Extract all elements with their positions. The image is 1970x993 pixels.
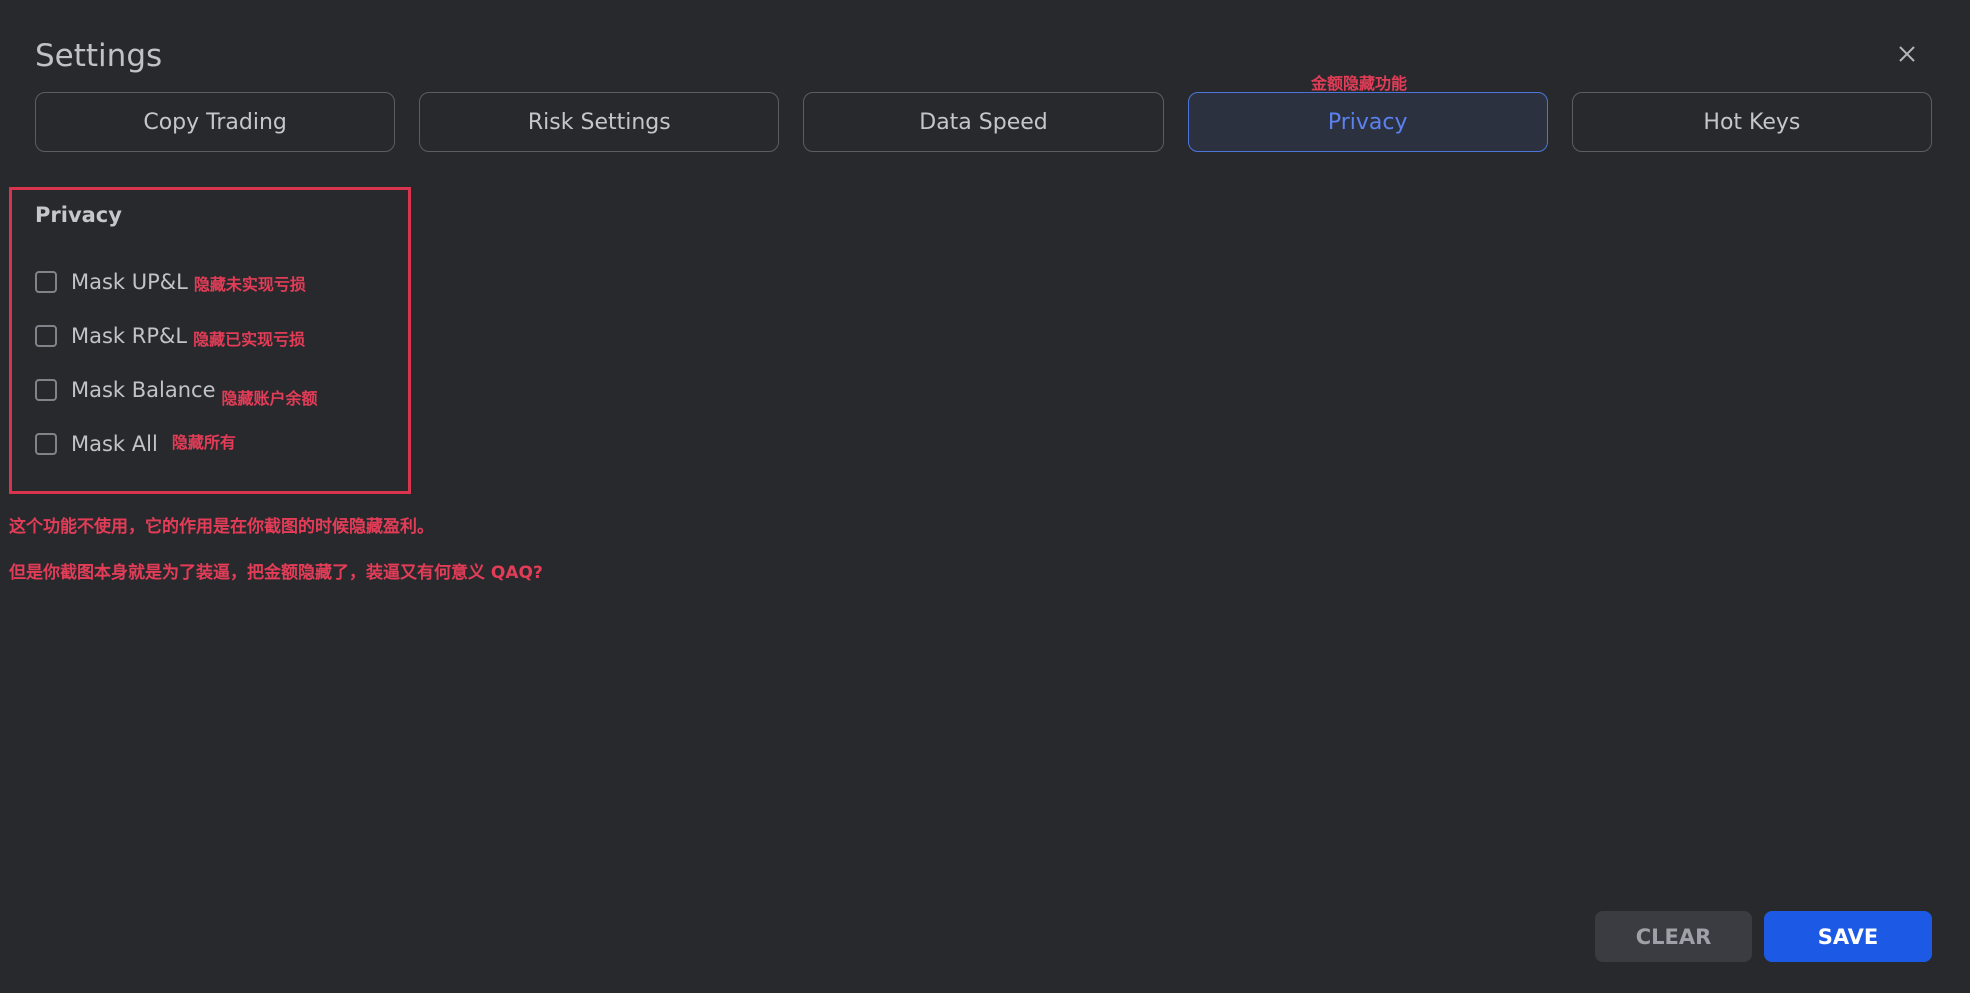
tab-data-speed[interactable]: Data Speed xyxy=(803,92,1164,152)
mask-upl-label[interactable]: Mask UP&L xyxy=(71,270,188,294)
mask-all-annotation: 隐藏所有 xyxy=(171,433,236,452)
mask-balance-annotation: 隐藏账户余额 xyxy=(221,389,318,408)
mask-rpl-label[interactable]: Mask RP&L xyxy=(71,324,187,348)
option-mask-all: Mask All 隐藏所有 xyxy=(35,429,236,459)
mask-rpl-checkbox[interactable] xyxy=(35,325,57,347)
annotation-line-2: 但是你截图本身就是为了装逼，把金额隐藏了，装逼又有何意义 QAQ? xyxy=(9,563,543,583)
tab-copy-trading[interactable]: Copy Trading xyxy=(35,92,396,152)
close-button[interactable] xyxy=(1893,40,1921,68)
mask-balance-checkbox[interactable] xyxy=(35,379,57,401)
mask-balance-label[interactable]: Mask Balance xyxy=(71,378,216,402)
mask-all-label[interactable]: Mask All xyxy=(71,432,158,456)
settings-dialog: Settings 金额隐藏功能 Copy Trading Risk Settin… xyxy=(0,0,1970,993)
tab-hot-keys[interactable]: Hot Keys xyxy=(1571,92,1933,152)
privacy-tab-annotation: 金额隐藏功能 xyxy=(1311,74,1408,93)
privacy-section-title: Privacy xyxy=(35,203,122,227)
close-icon xyxy=(1899,46,1915,62)
mask-upl-checkbox[interactable] xyxy=(35,271,57,293)
clear-button[interactable]: CLEAR xyxy=(1595,911,1752,962)
option-mask-balance: Mask Balance 隐藏账户余额 xyxy=(35,375,318,408)
tab-risk-settings[interactable]: Risk Settings xyxy=(419,92,780,152)
settings-tabs: Copy Trading Risk Settings Data Speed Pr… xyxy=(35,92,1933,152)
save-button[interactable]: SAVE xyxy=(1764,911,1932,962)
page-title: Settings xyxy=(35,38,163,74)
tab-privacy[interactable]: Privacy xyxy=(1187,92,1548,152)
option-mask-upl: Mask UP&L 隐藏未实现亏损 xyxy=(35,267,306,297)
mask-rpl-annotation: 隐藏已实现亏损 xyxy=(193,330,306,349)
annotation-line-1: 这个功能不使用，它的作用是在你截图的时候隐藏盈利。 xyxy=(9,517,434,537)
mask-all-checkbox[interactable] xyxy=(35,433,57,455)
option-mask-rpl: Mask RP&L 隐藏已实现亏损 xyxy=(35,321,305,351)
mask-upl-annotation: 隐藏未实现亏损 xyxy=(193,275,306,294)
